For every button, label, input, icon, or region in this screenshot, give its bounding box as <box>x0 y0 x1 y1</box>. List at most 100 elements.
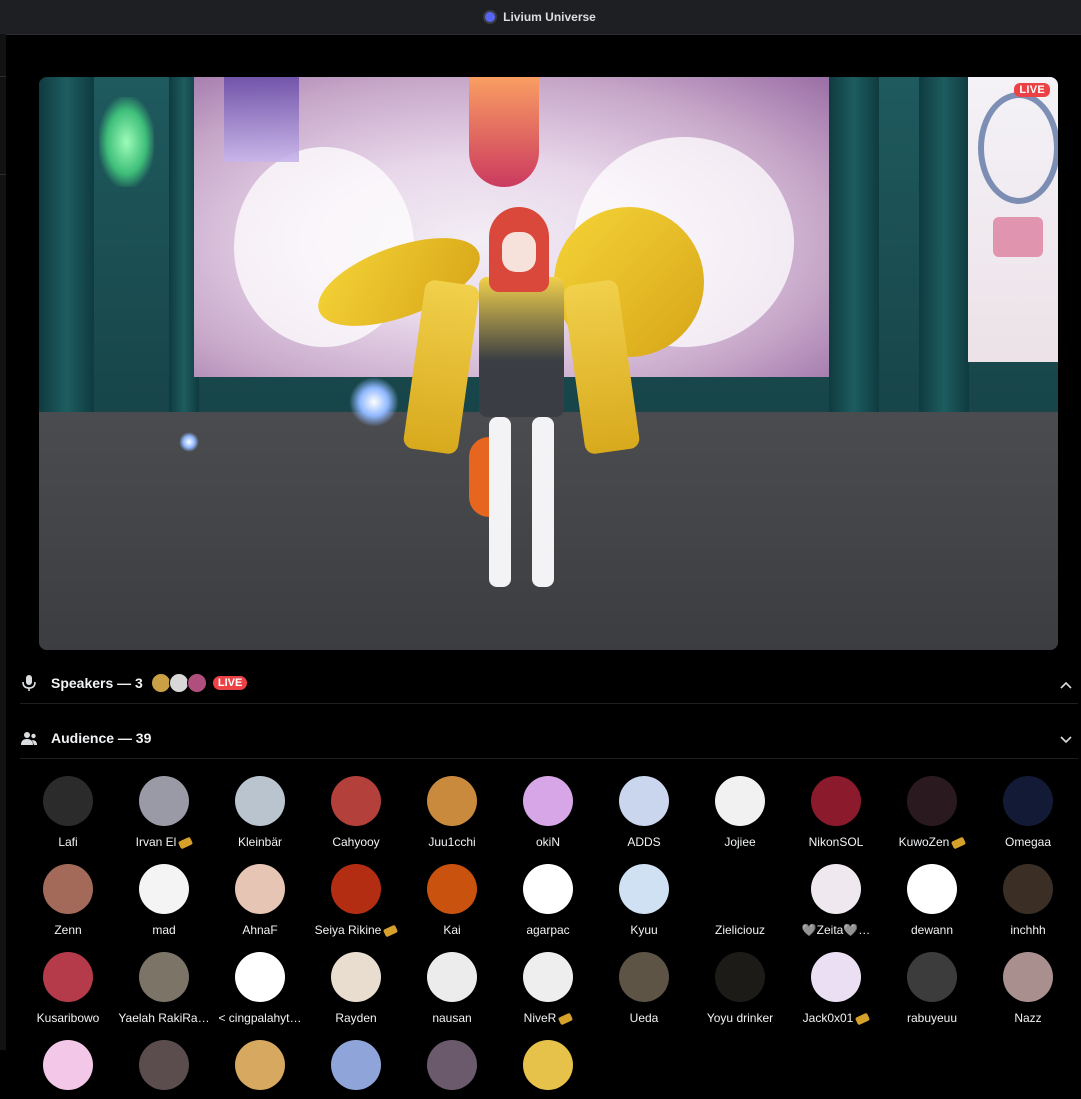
audience-member[interactable]: AhnaF <box>212 864 308 937</box>
member-name: Jojiee <box>692 835 788 849</box>
audience-member[interactable]: Nazz <box>980 952 1076 1025</box>
member-name: Kyuu <box>596 923 692 937</box>
member-name-text: Jack0x01 <box>802 1011 854 1025</box>
audience-member[interactable]: Omegaa <box>980 776 1076 849</box>
member-name-text: Irvan El <box>135 835 177 849</box>
audience-member[interactable]: < cingpalahyt… <box>212 952 308 1025</box>
member-name-text: Yaelah RakiRa… <box>118 1011 210 1025</box>
member-name-text: Juu1cchi <box>428 835 476 849</box>
member-name: Cahyooy <box>308 835 404 849</box>
light-orb <box>179 432 199 452</box>
stage-pillar <box>829 77 879 412</box>
audience-member[interactable]: agarpac <box>500 864 596 937</box>
audience-member[interactable] <box>500 1040 596 1099</box>
avatar <box>427 776 477 826</box>
audience-member[interactable]: Rayden <box>308 952 404 1025</box>
audience-member[interactable]: Kleinbär <box>212 776 308 849</box>
avatar <box>619 952 669 1002</box>
member-name: Yoyu drinker <box>692 1011 788 1025</box>
audience-member[interactable]: 🩶Zeita🩶… <box>788 864 884 937</box>
avatar <box>523 776 573 826</box>
audience-member[interactable]: dewann <box>884 864 980 937</box>
avatar <box>523 1040 573 1090</box>
avatar <box>1003 864 1053 914</box>
member-name: Rayden <box>308 1011 404 1025</box>
member-name: agarpac <box>500 923 596 937</box>
audience-member[interactable]: Zenn <box>20 864 116 937</box>
audience-member[interactable]: Yaelah RakiRa… <box>116 952 212 1025</box>
member-name-text: NikonSOL <box>808 835 864 849</box>
audience-member[interactable]: rabuyeuu <box>884 952 980 1025</box>
avatar <box>427 952 477 1002</box>
audience-member[interactable]: NikonSOL <box>788 776 884 849</box>
audience-member[interactable]: Jack0x01 <box>788 952 884 1025</box>
member-name: Jack0x01 <box>788 1011 884 1025</box>
audience-member[interactable]: Irvan El <box>116 776 212 849</box>
avatar <box>235 1040 285 1090</box>
audience-member[interactable]: Kusaribowo <box>20 952 116 1025</box>
audience-member[interactable]: Kyuu <box>596 864 692 937</box>
audience-member[interactable]: ADDS <box>596 776 692 849</box>
chevron-up-icon[interactable] <box>1060 676 1072 694</box>
window-titlebar: Livium Universe <box>0 0 1081 35</box>
audience-member[interactable]: Kai <box>404 864 500 937</box>
avatar <box>523 864 573 914</box>
member-name-text: Seiya Rikine <box>314 923 382 937</box>
avatar <box>715 776 765 826</box>
member-name: Ueda <box>596 1011 692 1025</box>
vtuber-avatar <box>402 207 644 597</box>
member-name-text: Zenn <box>54 923 82 937</box>
live-badge: LIVE <box>1014 83 1050 97</box>
audience-header[interactable]: Audience — 39 <box>20 718 1078 759</box>
member-name: okiN <box>500 835 596 849</box>
audience-member[interactable]: Cahyooy <box>308 776 404 849</box>
audience-member[interactable] <box>116 1040 212 1099</box>
audience-member[interactable]: nausan <box>404 952 500 1025</box>
audience-member[interactable]: KuwoZen <box>884 776 980 849</box>
stage-light <box>99 97 154 187</box>
member-name: Irvan El <box>116 835 212 849</box>
audience-member[interactable]: Ueda <box>596 952 692 1025</box>
audience-member[interactable]: Lafi <box>20 776 116 849</box>
member-name-text: Lafi <box>58 835 78 849</box>
audience-member[interactable] <box>404 1040 500 1099</box>
audience-member[interactable] <box>308 1040 404 1099</box>
audience-member[interactable]: okiN <box>500 776 596 849</box>
audience-member[interactable] <box>212 1040 308 1099</box>
audience-member[interactable]: NiveR <box>500 952 596 1025</box>
audience-member[interactable]: Yoyu drinker <box>692 952 788 1025</box>
member-name-text: Omegaa <box>1004 835 1052 849</box>
stage-pillar <box>919 77 969 412</box>
avatar <box>811 952 861 1002</box>
avatar <box>331 952 381 1002</box>
member-name: AhnaF <box>212 923 308 937</box>
member-name-text: Jojiee <box>724 835 756 849</box>
speaker-avatar <box>150 673 171 693</box>
avatar <box>139 1040 189 1090</box>
avatar <box>427 1040 477 1090</box>
speakers-header[interactable]: Speakers — 3 LIVE <box>20 663 1078 704</box>
chevron-down-icon[interactable] <box>1060 731 1072 749</box>
member-name-text: Kleinbär <box>237 835 283 849</box>
stream-video[interactable]: LIVE <box>39 77 1058 650</box>
audience-member[interactable]: mad <box>116 864 212 937</box>
member-name: inchhh <box>980 923 1076 937</box>
avatar <box>427 864 477 914</box>
member-name-text: Zieliciouz <box>714 923 765 937</box>
speaker-avatar <box>168 673 189 693</box>
avatar <box>907 864 957 914</box>
audience-member[interactable] <box>20 1040 116 1099</box>
audience-member[interactable]: Juu1cchi <box>404 776 500 849</box>
boost-icon <box>951 836 967 849</box>
avatar <box>331 776 381 826</box>
member-name-text: Yoyu drinker <box>706 1011 774 1025</box>
member-name: dewann <box>884 923 980 937</box>
member-name: Juu1cchi <box>404 835 500 849</box>
audience-member[interactable]: Zieliciouz <box>692 864 788 937</box>
audience-member[interactable]: inchhh <box>980 864 1076 937</box>
audience-member[interactable]: Jojiee <box>692 776 788 849</box>
member-name-text: ADDS <box>627 835 661 849</box>
boost-icon <box>855 1012 871 1025</box>
audience-member[interactable]: Seiya Rikine <box>308 864 404 937</box>
member-name-text: Rayden <box>335 1011 377 1025</box>
